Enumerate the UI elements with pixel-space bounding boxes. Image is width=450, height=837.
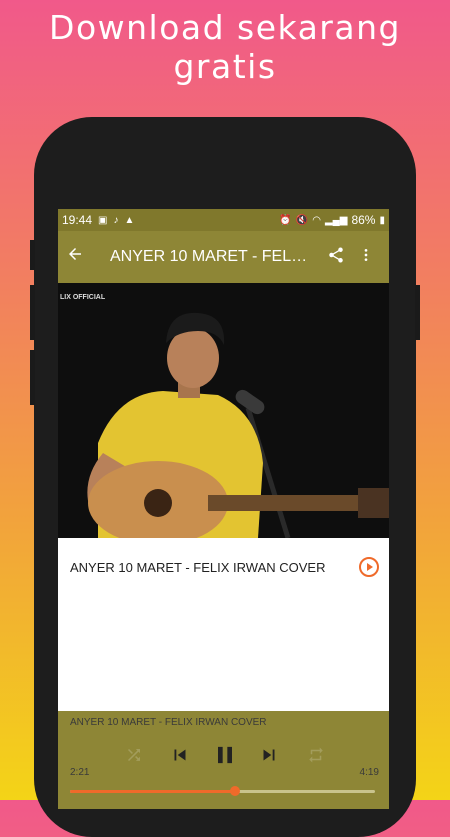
shuffle-button[interactable] <box>125 746 143 769</box>
pause-icon <box>218 746 232 764</box>
seek-handle[interactable] <box>229 786 240 796</box>
seek-bar[interactable] <box>70 786 375 796</box>
signal-icon: ▂▄▆ <box>324 214 348 226</box>
wifi-icon: ◠ <box>312 214 321 226</box>
seek-progress <box>70 790 235 793</box>
repeat-icon <box>309 747 323 763</box>
shuffle-icon <box>128 749 140 761</box>
app-bar: ANYER 10 MARET - FELIX IRWAN COVER <box>58 231 389 283</box>
warning-icon: ▲ <box>124 214 135 226</box>
phone-screen: 19:44 ▣ ♪ ▲ ⏰ 🔇 ◠ ▂▄▆ 86% ▮ ANYER 10 MAR… <box>58 209 389 809</box>
mute-icon: 🔇 <box>295 214 309 226</box>
battery-level: 86% <box>351 213 376 227</box>
share-icon <box>329 247 343 262</box>
share-button[interactable] <box>321 246 351 269</box>
next-button[interactable] <box>258 744 280 771</box>
music-note-icon: ♪ <box>113 214 119 226</box>
total-duration: 4:19 <box>359 767 379 778</box>
repeat-button[interactable] <box>307 746 325 769</box>
phone-side-button <box>415 285 420 340</box>
alarm-icon: ⏰ <box>279 214 292 226</box>
guitarist-illustration <box>87 312 389 538</box>
phone-side-button <box>30 350 35 405</box>
battery-icon: ▮ <box>379 214 385 226</box>
phone-side-button <box>30 240 35 270</box>
track-title: ANYER 10 MARET - FELIX IRWAN COVER <box>70 559 326 575</box>
elapsed-time: 2:21 <box>70 767 90 778</box>
player-bar: ANYER 10 MARET - FELIX IRWAN COVER 2:21 … <box>58 711 389 809</box>
phone-side-button <box>30 285 35 340</box>
status-bar: 19:44 ▣ ♪ ▲ ⏰ 🔇 ◠ ▂▄▆ 86% ▮ <box>58 209 389 231</box>
previous-icon <box>174 749 186 761</box>
page-title: ANYER 10 MARET - FELIX IRWAN COVER <box>110 248 321 265</box>
back-arrow-icon <box>69 248 81 260</box>
previous-button[interactable] <box>169 744 191 771</box>
play-circle-icon[interactable] <box>359 557 379 577</box>
next-icon <box>263 749 275 761</box>
more-vert-icon <box>364 248 368 261</box>
pause-button[interactable] <box>211 739 239 776</box>
promo-headline: Download sekarang gratis <box>49 8 401 86</box>
more-options-button[interactable] <box>351 246 381 269</box>
player-controls <box>58 739 389 775</box>
video-thumbnail[interactable]: LIX OFFICIAL <box>58 283 389 538</box>
image-icon: ▣ <box>98 214 108 226</box>
status-time: 19:44 <box>62 213 93 227</box>
now-playing-title: ANYER 10 MARET - FELIX IRWAN COVER <box>70 717 267 728</box>
list-item[interactable]: ANYER 10 MARET - FELIX IRWAN COVER <box>58 538 389 596</box>
back-button[interactable] <box>66 245 94 269</box>
